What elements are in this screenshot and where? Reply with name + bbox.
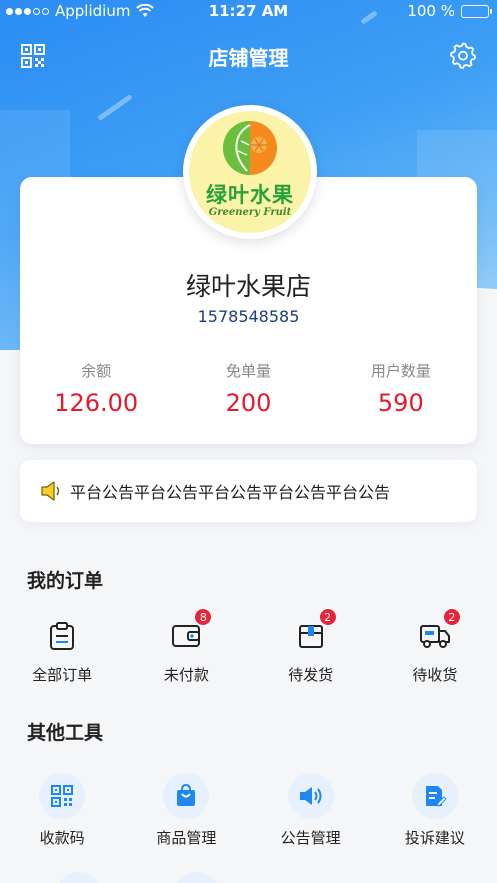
box-icon: [298, 625, 323, 648]
order-label: 待发货: [288, 666, 334, 684]
stat-value: 200: [225, 389, 272, 417]
order-unpaid-button[interactable]: 8 未付款: [124, 608, 248, 685]
to-receive-badge: 2: [442, 608, 461, 626]
tool-label: 投诉建议: [404, 829, 465, 847]
stat-user-count[interactable]: 用户数量 590: [325, 360, 477, 417]
edit-document-icon: [425, 786, 446, 807]
order-label: 待收货: [412, 666, 458, 684]
order-label: 未付款: [163, 666, 209, 684]
stat-label: 用户数量: [370, 362, 431, 380]
logo-text-en: Greenery Fruit: [208, 207, 292, 218]
orders-grid: 全部订单 8 未付款 2 待发货 2 待收货: [0, 608, 497, 685]
shop-phone: 1578548585: [197, 307, 300, 326]
order-all-button[interactable]: 全部订单: [0, 614, 124, 685]
to-ship-badge: 2: [318, 608, 337, 626]
speaker-icon: [41, 481, 60, 501]
notice-text: 平台公告平台公告平台公告平台公告平台公告: [70, 483, 391, 502]
stat-label: 余额: [81, 362, 112, 380]
tool-next-row-icon[interactable]: [174, 872, 220, 883]
tool-label: 公告管理: [280, 829, 341, 847]
qr-code-icon: [51, 785, 74, 807]
wallet-icon: [172, 625, 201, 647]
shop-name: 绿叶水果店: [185, 272, 311, 301]
tools-grid: 收款码 商品管理 公告管理 投诉建议: [0, 773, 497, 848]
tools-section-title: 其他工具: [27, 722, 104, 744]
battery-percent: 100 %: [407, 2, 455, 20]
nav-bar: 店铺管理: [0, 36, 497, 76]
shop-logo[interactable]: 绿叶水果 Greenery Fruit: [183, 105, 317, 239]
status-bar: Applidium 11:27 AM 100 %: [0, 0, 497, 24]
tool-notice-manage-button[interactable]: 公告管理: [249, 773, 373, 848]
platform-notice[interactable]: 平台公告平台公告平台公告平台公告平台公告: [20, 460, 477, 522]
tool-product-manage-button[interactable]: 商品管理: [124, 773, 248, 848]
orders-section-title: 我的订单: [27, 570, 104, 592]
page-title: 店铺管理: [208, 46, 289, 70]
shopping-bag-icon: [177, 784, 196, 806]
truck-icon: [419, 625, 450, 648]
logo-text-cn: 绿叶水果: [206, 182, 294, 207]
gear-icon[interactable]: [449, 42, 477, 70]
order-label: 全部订单: [32, 666, 93, 684]
tool-payment-qr-button[interactable]: 收款码: [0, 773, 124, 848]
stat-label: 免单量: [225, 362, 271, 380]
clipboard-icon: [50, 622, 75, 650]
speaker-icon: [299, 787, 322, 805]
stat-value: 126.00: [54, 389, 139, 417]
shop-stats: 余额 126.00 免单量 200 用户数量 590: [20, 360, 477, 417]
battery-icon: [461, 4, 492, 18]
tool-label: 商品管理: [156, 829, 217, 847]
logo-image: 绿叶水果 Greenery Fruit: [189, 111, 311, 233]
unpaid-badge: 8: [194, 608, 213, 626]
stat-balance[interactable]: 余额 126.00: [20, 360, 172, 417]
tool-label: 收款码: [39, 829, 85, 847]
tool-feedback-button[interactable]: 投诉建议: [373, 773, 497, 848]
order-to-receive-button[interactable]: 2 待收货: [373, 608, 497, 685]
order-to-ship-button[interactable]: 2 待发货: [249, 608, 373, 685]
stat-free-orders[interactable]: 免单量 200: [172, 360, 324, 417]
tool-next-row-icon[interactable]: [56, 872, 102, 883]
stat-value: 590: [377, 389, 424, 417]
